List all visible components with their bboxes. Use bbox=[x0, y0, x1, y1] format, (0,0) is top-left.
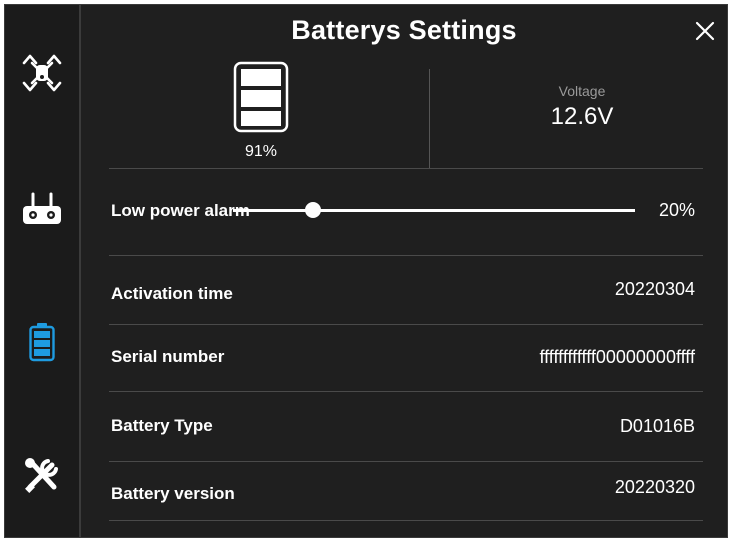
sidebar-item-battery[interactable] bbox=[5, 312, 79, 372]
battery-percent: 91% bbox=[244, 143, 278, 160]
dialog-title: Batterys Settings bbox=[291, 15, 517, 45]
vertical-divider bbox=[429, 69, 430, 169]
battery-version-value: 20220320 bbox=[614, 477, 695, 497]
drone-icon bbox=[22, 54, 62, 92]
sidebar-item-aircraft[interactable] bbox=[5, 43, 79, 103]
tools-icon bbox=[25, 458, 58, 493]
activation-time-label: Activation time bbox=[111, 284, 233, 303]
divider bbox=[109, 461, 703, 462]
divider bbox=[109, 255, 703, 256]
serial-number-label: Serial number bbox=[111, 347, 225, 366]
battery-type-value: D01016B bbox=[619, 416, 695, 436]
remote-controller-icon bbox=[23, 192, 61, 224]
sidebar bbox=[5, 5, 81, 537]
divider bbox=[109, 520, 703, 521]
slider-thumb[interactable] bbox=[305, 202, 322, 218]
serial-number-value: ffffffffffff00000000ffff bbox=[539, 347, 695, 367]
battery-settings-dialog: Batterys Settings 91% Voltage 12.6V Low … bbox=[4, 4, 728, 538]
battery-level-icon bbox=[233, 61, 289, 133]
voltage-value: 12.6V bbox=[550, 103, 614, 130]
low-power-alarm-label: Low power alarm bbox=[111, 201, 250, 220]
divider bbox=[109, 168, 703, 169]
sidebar-item-remote-controller[interactable] bbox=[5, 180, 79, 240]
battery-version-label: Battery version bbox=[111, 484, 235, 503]
voltage-label: Voltage bbox=[558, 83, 606, 99]
close-button[interactable] bbox=[691, 17, 719, 45]
main-panel: Batterys Settings 91% Voltage 12.6V Low … bbox=[81, 5, 727, 537]
battery-status-panel: 91% Voltage 12.6V bbox=[109, 61, 703, 169]
battery-type-label: Battery Type bbox=[111, 416, 213, 435]
low-power-alarm-slider[interactable] bbox=[233, 202, 635, 218]
divider bbox=[109, 324, 703, 325]
low-power-alarm-value: 20% bbox=[658, 200, 695, 220]
sidebar-item-tools[interactable] bbox=[5, 445, 79, 505]
divider bbox=[109, 391, 703, 392]
close-icon bbox=[695, 21, 715, 41]
battery-icon bbox=[29, 323, 55, 362]
activation-time-value: 20220304 bbox=[614, 279, 695, 299]
